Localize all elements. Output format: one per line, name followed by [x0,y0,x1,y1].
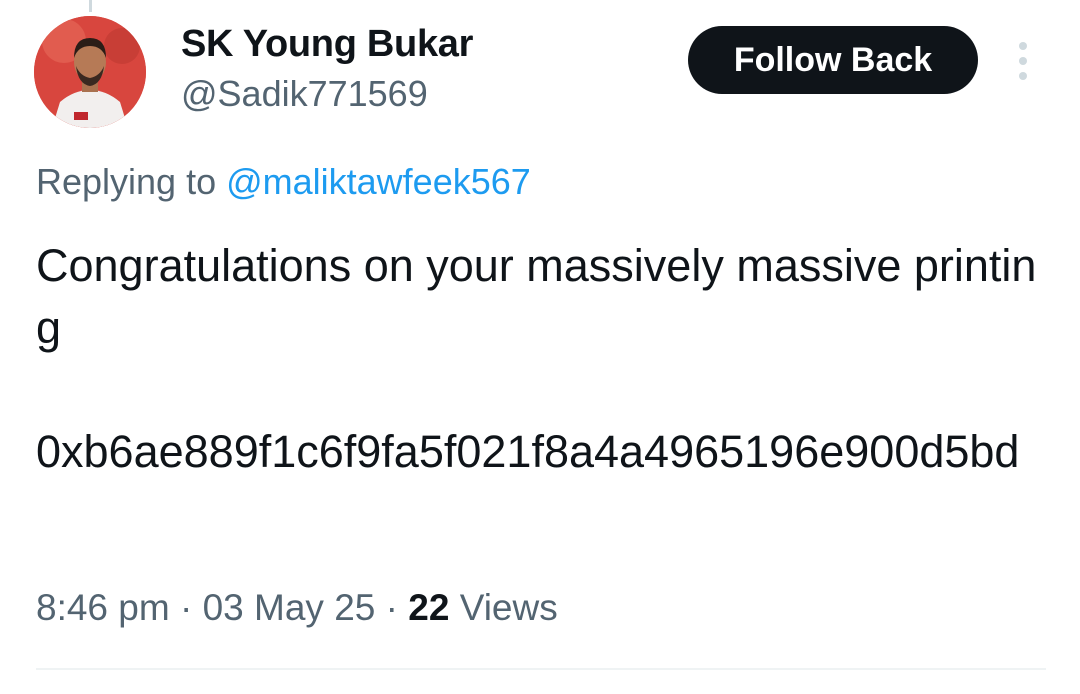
tweet-text: Congratulations on your massively massiv… [36,240,1037,477]
separator-dot: · [169,587,203,628]
more-options-icon[interactable] [1008,38,1038,84]
tweet-date[interactable]: 03 May 25 [203,587,376,628]
replying-to-line: Replying to @maliktawfeek567 [36,160,531,204]
tweet-time[interactable]: 8:46 pm [36,587,170,628]
separator-dot: · [375,587,409,628]
follow-back-button[interactable]: Follow Back [688,26,978,94]
thread-connector-line [89,0,92,12]
avatar[interactable] [34,16,146,128]
replying-prefix: Replying to [36,161,227,202]
views-count[interactable]: 22 [408,587,449,628]
divider [36,668,1046,670]
profile-photo [34,16,146,128]
dot [1019,72,1027,80]
tweet-metadata: 8:46 pm · 03 May 25 · 22 Views [36,584,558,632]
views-label[interactable]: Views [449,587,558,628]
replying-to-mention-link[interactable]: @maliktawfeek567 [226,161,531,202]
author-handle[interactable]: @Sadik771569 [181,73,428,115]
author-display-name[interactable]: SK Young Bukar [181,22,473,66]
dot [1019,57,1027,65]
dot [1019,42,1027,50]
